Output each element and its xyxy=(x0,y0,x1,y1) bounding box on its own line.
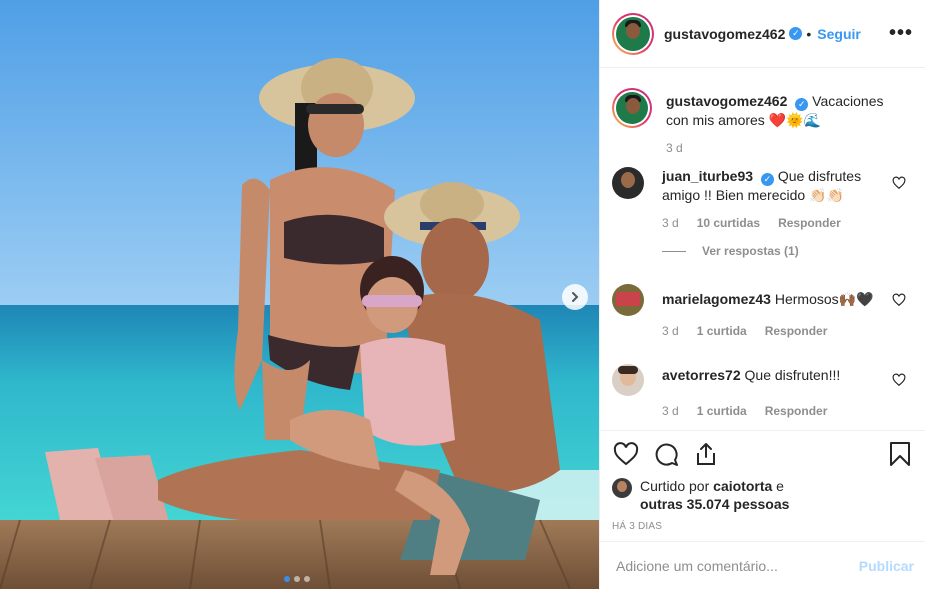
carousel-next-button[interactable] xyxy=(562,284,588,310)
beach-family-photo xyxy=(0,0,599,589)
bookmark-icon xyxy=(890,442,910,466)
caption-meta: 3 d xyxy=(666,141,914,155)
comment-time[interactable]: 3 d xyxy=(662,404,679,418)
carousel-dot xyxy=(284,576,290,582)
save-button[interactable] xyxy=(886,440,914,468)
likes-count[interactable]: outras 35.074 pessoas xyxy=(640,496,789,512)
publish-button[interactable]: Publicar xyxy=(859,558,914,574)
view-replies-label: Ver respostas (1) xyxy=(702,244,799,258)
likes-conjunction: e xyxy=(776,478,784,494)
caption-time[interactable]: 3 d xyxy=(666,141,683,155)
replies-divider xyxy=(662,250,686,252)
caption-username[interactable]: gustavogomez462 xyxy=(666,93,787,109)
reply-button[interactable]: Responder xyxy=(765,404,828,418)
likes-prefix: Curtido por xyxy=(640,478,710,494)
caption: gustavogomez462 ✓ Vacaciones con mis amo… xyxy=(612,88,914,129)
separator-dot: • xyxy=(806,25,812,42)
view-replies-button[interactable]: Ver respostas (1) xyxy=(662,244,914,258)
like-button[interactable] xyxy=(612,440,640,468)
post-side-panel: gustavogomez462 ✓ • Seguir ••• gustavogo… xyxy=(599,0,925,589)
comment-username[interactable]: avetorres72 xyxy=(662,367,741,383)
liker-username[interactable]: caiotorta xyxy=(713,478,772,494)
carousel-indicator xyxy=(284,576,310,582)
commenter-avatar[interactable] xyxy=(612,364,644,396)
comment-text: Que disfruten!!! xyxy=(744,367,841,383)
comment-likes[interactable]: 1 curtida xyxy=(697,404,747,418)
comment-item: avetorres72 Que disfruten!!! xyxy=(612,364,914,396)
chevron-right-icon xyxy=(572,292,579,302)
author-avatar[interactable] xyxy=(612,12,654,55)
comments-list[interactable]: gustavogomez462 ✓ Vacaciones con mis amo… xyxy=(600,69,925,431)
author-username[interactable]: gustavogomez462 xyxy=(664,26,785,42)
reply-button[interactable]: Responder xyxy=(765,324,828,338)
comment-button[interactable] xyxy=(652,440,680,468)
comment-input[interactable] xyxy=(616,557,859,574)
comment-text: Hermosos🙌🏾🖤 xyxy=(774,291,874,307)
like-comment-icon[interactable] xyxy=(892,293,906,307)
caption-emoji: ❤️🌞🌊 xyxy=(768,112,821,128)
carousel-dot xyxy=(294,576,300,582)
author-avatar[interactable] xyxy=(612,88,652,128)
comment-username[interactable]: marielagomez43 xyxy=(662,291,771,307)
post-photo[interactable] xyxy=(0,0,599,589)
comment-icon xyxy=(655,443,678,466)
comment-item: juan_iturbe93 ✓ Que disfrutes amigo !! B… xyxy=(612,167,914,204)
share-icon xyxy=(697,443,715,465)
comment-meta: 3 d 10 curtidas Responder xyxy=(662,216,914,230)
post-actions: Curtido por caiotorta e outras 35.074 pe… xyxy=(600,430,925,532)
likes-summary: Curtido por caiotorta e outras 35.074 pe… xyxy=(612,477,914,513)
reply-button[interactable]: Responder xyxy=(778,216,841,230)
carousel-dot xyxy=(304,576,310,582)
commenter-avatar[interactable] xyxy=(612,167,644,199)
comment-likes[interactable]: 10 curtidas xyxy=(697,216,760,230)
comment-time[interactable]: 3 d xyxy=(662,324,679,338)
comment-meta: 3 d 1 curtida Responder xyxy=(662,324,914,338)
add-comment-bar: Publicar xyxy=(600,541,925,589)
like-comment-icon[interactable] xyxy=(892,373,906,387)
commenter-avatar[interactable] xyxy=(612,284,644,316)
verified-badge-icon: ✓ xyxy=(760,173,774,186)
comment-likes[interactable]: 1 curtida xyxy=(697,324,747,338)
share-button[interactable] xyxy=(692,440,720,468)
more-options-icon[interactable]: ••• xyxy=(889,22,913,45)
comment-time[interactable]: 3 d xyxy=(662,216,679,230)
like-comment-icon[interactable] xyxy=(892,176,906,190)
comment-meta: 3 d 1 curtida Responder xyxy=(662,404,914,418)
heart-icon xyxy=(613,442,639,466)
verified-badge-icon: ✓ xyxy=(789,27,803,40)
action-bar xyxy=(612,431,914,477)
follow-button[interactable]: Seguir xyxy=(817,26,861,42)
post-header: gustavogomez462 ✓ • Seguir ••• xyxy=(600,0,925,68)
comment-item: marielagomez43 Hermosos🙌🏾🖤 xyxy=(612,284,914,316)
verified-badge-icon: ✓ xyxy=(795,98,809,111)
comment-username[interactable]: juan_iturbe93 xyxy=(662,168,753,184)
post-timestamp[interactable]: HÁ 3 DIAS xyxy=(612,521,914,532)
liker-avatar[interactable] xyxy=(612,478,632,498)
